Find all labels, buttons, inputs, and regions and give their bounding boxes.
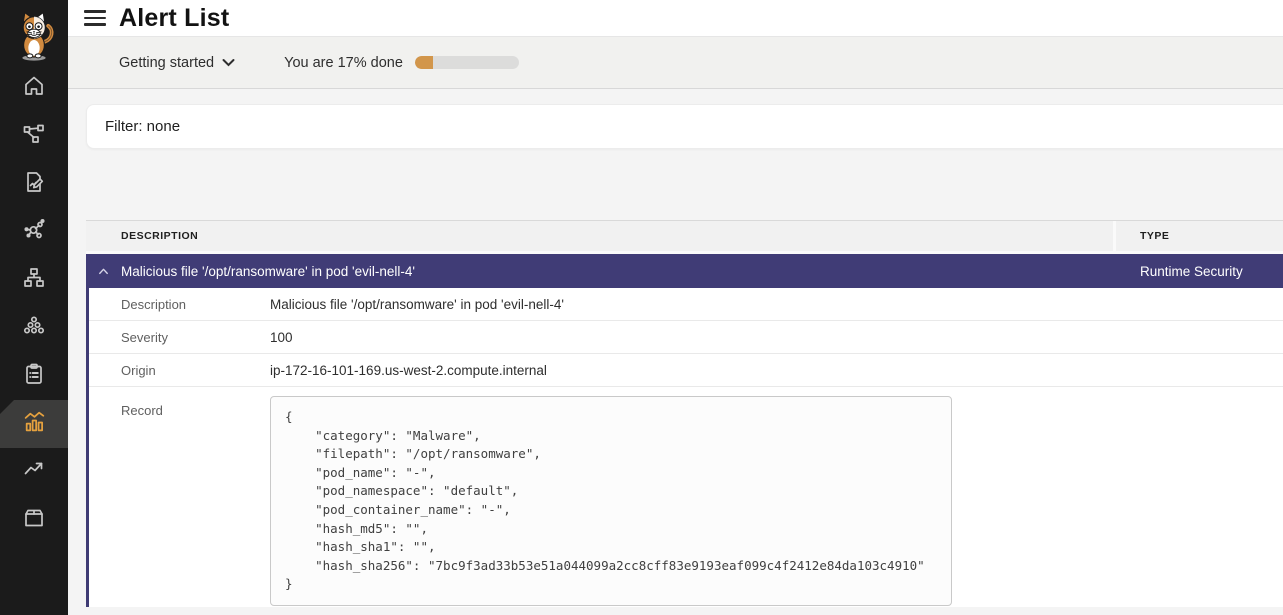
sitemap-icon xyxy=(22,266,46,295)
main-area: Alert List Getting started You are 17% d… xyxy=(68,0,1283,615)
detail-row-description: Description Malicious file '/opt/ransomw… xyxy=(89,288,1283,321)
detail-label: Description xyxy=(89,297,270,312)
record-json-text: { "category": "Malware", "filepath": "/o… xyxy=(285,408,937,594)
page-title: Alert List xyxy=(119,4,229,33)
trending-up-icon xyxy=(22,458,46,487)
home-icon xyxy=(22,74,46,103)
cluster-icon xyxy=(22,314,46,343)
record-json-box: { "category": "Malware", "filepath": "/o… xyxy=(270,396,952,606)
chevron-down-icon xyxy=(222,55,235,71)
alert-type-cell: Runtime Security xyxy=(1113,264,1283,279)
chevron-up-icon[interactable] xyxy=(86,264,121,279)
table-row-alert[interactable]: Malicious file '/opt/ransomware' in pod … xyxy=(86,254,1283,288)
sidebar-item-home[interactable] xyxy=(0,64,68,112)
alerts-table: DESCRIPTION TYPE Malicious file '/opt/ra… xyxy=(86,220,1283,607)
detail-row-severity: Severity 100 xyxy=(89,321,1283,354)
sidebar-item-service-graph[interactable] xyxy=(0,112,68,160)
detail-value: 100 xyxy=(270,330,293,345)
filter-bar[interactable]: Filter: none xyxy=(86,104,1283,149)
detail-value: Malicious file '/opt/ransomware' in pod … xyxy=(270,297,564,312)
detail-row-record: Record { "category": "Malware", "filepat… xyxy=(89,387,1283,607)
content-area: Filter: none DESCRIPTION TYPE Malicious … xyxy=(68,89,1283,615)
hamburger-menu-icon[interactable] xyxy=(84,10,106,26)
detail-value: ip-172-16-101-169.us-west-2.compute.inte… xyxy=(270,363,547,378)
column-header-type[interactable]: TYPE xyxy=(1113,221,1283,251)
detail-row-origin: Origin ip-172-16-101-169.us-west-2.compu… xyxy=(89,354,1283,387)
sidebar-item-sitemap[interactable] xyxy=(0,256,68,304)
alert-details-panel: Description Malicious file '/opt/ransomw… xyxy=(86,288,1283,607)
getting-started-dropdown[interactable]: Getting started xyxy=(119,55,235,71)
getting-started-bar: Getting started You are 17% done xyxy=(68,37,1283,89)
sidebar-item-archive[interactable] xyxy=(0,496,68,544)
sidebar-item-trends[interactable] xyxy=(0,448,68,496)
filter-text: Filter: none xyxy=(105,118,180,135)
alerts-chart-icon xyxy=(22,409,47,439)
tigera-cat-logo[interactable] xyxy=(0,0,68,64)
table-header: DESCRIPTION TYPE xyxy=(86,220,1283,254)
alert-description-text: Malicious file '/opt/ransomware' in pod … xyxy=(121,264,415,279)
sidebar-item-compliance[interactable] xyxy=(0,352,68,400)
sidebar-item-threat-graph[interactable] xyxy=(0,208,68,256)
detail-label: Record xyxy=(89,396,270,418)
policy-report-icon xyxy=(22,170,46,199)
progress-text: You are 17% done xyxy=(284,55,403,71)
progress-bar xyxy=(415,56,519,69)
sidebar xyxy=(0,0,68,615)
detail-label: Origin xyxy=(89,363,270,378)
service-graph-icon xyxy=(22,122,46,151)
getting-started-label: Getting started xyxy=(119,55,214,71)
column-header-description[interactable]: DESCRIPTION xyxy=(86,221,1113,251)
alert-description-cell: Malicious file '/opt/ransomware' in pod … xyxy=(86,264,1113,279)
progress-bar-fill xyxy=(415,56,433,69)
top-header: Alert List xyxy=(68,0,1283,37)
threat-graph-icon xyxy=(22,218,46,247)
sidebar-item-alerts[interactable] xyxy=(0,400,68,448)
clipboard-icon xyxy=(22,362,46,391)
detail-label: Severity xyxy=(89,330,270,345)
sidebar-item-cluster[interactable] xyxy=(0,304,68,352)
sidebar-item-policies[interactable] xyxy=(0,160,68,208)
box-icon xyxy=(22,506,46,535)
